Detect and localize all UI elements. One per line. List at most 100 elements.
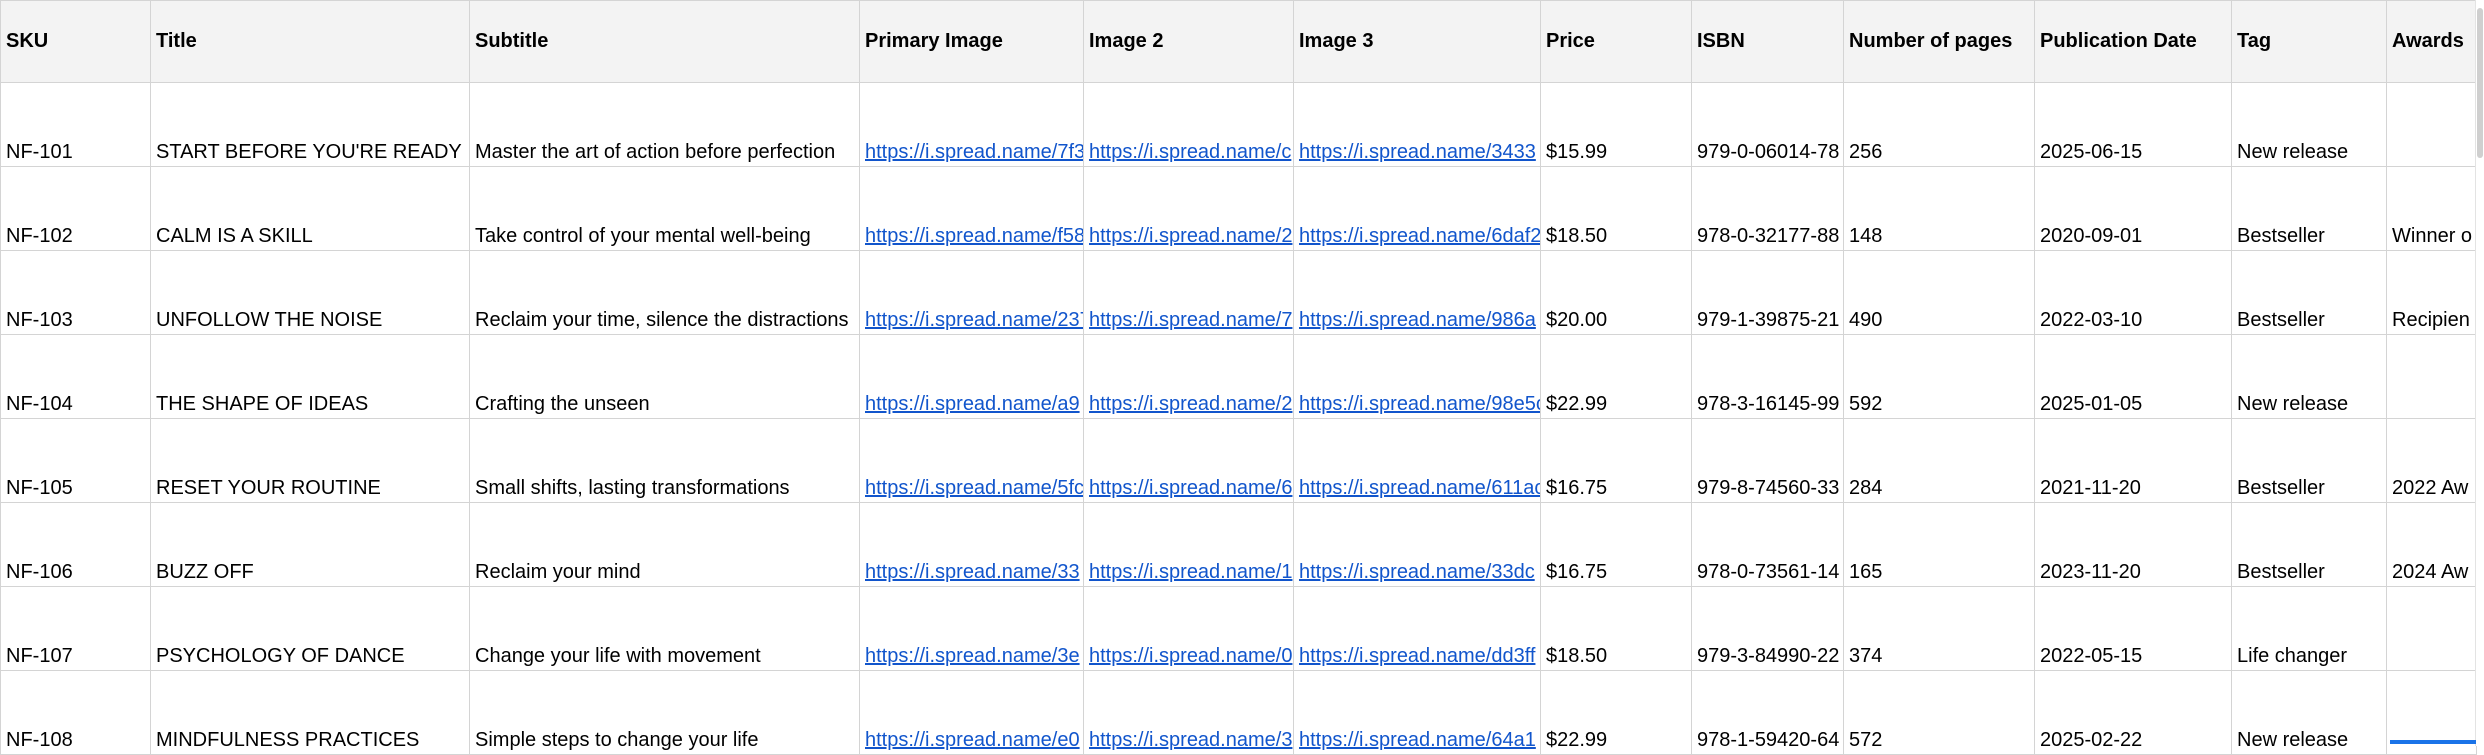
cell-price[interactable]: $22.99: [1540, 334, 1692, 419]
cell-image-2-link[interactable]: https://i.spread.name/3: [1089, 729, 1292, 751]
cell-primary-image[interactable]: https://i.spread.name/f58: [859, 166, 1084, 251]
col-header-awards[interactable]: Awards: [2386, 0, 2477, 83]
cell-pages[interactable]: 256: [1843, 82, 2035, 167]
cell-title[interactable]: THE SHAPE OF IDEAS: [150, 334, 470, 419]
cell-primary-image[interactable]: https://i.spread.name/33: [859, 502, 1084, 587]
cell-sku[interactable]: NF-101: [0, 82, 151, 167]
col-header-image-3[interactable]: Image 3: [1293, 0, 1541, 83]
cell-image-2[interactable]: https://i.spread.name/3: [1083, 670, 1294, 755]
cell-title[interactable]: PSYCHOLOGY OF DANCE: [150, 586, 470, 671]
cell-pages[interactable]: 165: [1843, 502, 2035, 587]
cell-primary-image-link[interactable]: https://i.spread.name/a9: [865, 393, 1080, 415]
col-header-image-2[interactable]: Image 2: [1083, 0, 1294, 83]
col-header-tag[interactable]: Tag: [2231, 0, 2387, 83]
cell-price[interactable]: $22.99: [1540, 670, 1692, 755]
cell-subtitle[interactable]: Take control of your mental well-being: [469, 166, 860, 251]
cell-image-2-link[interactable]: https://i.spread.name/2: [1089, 225, 1292, 247]
cell-primary-image[interactable]: https://i.spread.name/3e: [859, 586, 1084, 671]
cell-subtitle[interactable]: Crafting the unseen: [469, 334, 860, 419]
cell-sku[interactable]: NF-103: [0, 250, 151, 335]
cell-price[interactable]: $16.75: [1540, 418, 1692, 503]
cell-isbn[interactable]: 978-0-32177-88: [1691, 166, 1844, 251]
cell-sku[interactable]: NF-108: [0, 670, 151, 755]
cell-primary-image-link[interactable]: https://i.spread.name/33: [865, 561, 1080, 583]
cell-image-3[interactable]: https://i.spread.name/33dc: [1293, 502, 1541, 587]
cell-publication-date[interactable]: 2025-01-05: [2034, 334, 2232, 419]
cell-publication-date[interactable]: 2021-11-20: [2034, 418, 2232, 503]
cell-image-2[interactable]: https://i.spread.name/1: [1083, 502, 1294, 587]
cell-tag[interactable]: New release: [2231, 82, 2387, 167]
cell-image-2[interactable]: https://i.spread.name/c: [1083, 82, 1294, 167]
cell-awards[interactable]: 2022 Aw: [2386, 418, 2477, 503]
cell-pages[interactable]: 592: [1843, 334, 2035, 419]
cell-sku[interactable]: NF-107: [0, 586, 151, 671]
cell-image-2[interactable]: https://i.spread.name/7: [1083, 250, 1294, 335]
cell-publication-date[interactable]: 2025-06-15: [2034, 82, 2232, 167]
cell-primary-image[interactable]: https://i.spread.name/5fc: [859, 418, 1084, 503]
cell-sku[interactable]: NF-106: [0, 502, 151, 587]
cell-primary-image-link[interactable]: https://i.spread.name/237: [865, 309, 1083, 331]
cell-image-3-link[interactable]: https://i.spread.name/dd3ff: [1299, 645, 1535, 667]
col-header-subtitle[interactable]: Subtitle: [469, 0, 860, 83]
cell-image-3[interactable]: https://i.spread.name/98e5c: [1293, 334, 1541, 419]
cell-primary-image-link[interactable]: https://i.spread.name/f58: [865, 225, 1083, 247]
cell-publication-date[interactable]: 2025-02-22: [2034, 670, 2232, 755]
cell-tag[interactable]: Bestseller: [2231, 166, 2387, 251]
cell-awards[interactable]: 2024 Aw: [2386, 502, 2477, 587]
cell-image-2-link[interactable]: https://i.spread.name/6: [1089, 477, 1292, 499]
scrollbar-thumb[interactable]: [2477, 8, 2483, 158]
col-header-price[interactable]: Price: [1540, 0, 1692, 83]
cell-image-2[interactable]: https://i.spread.name/2: [1083, 334, 1294, 419]
cell-awards[interactable]: Recipien: [2386, 250, 2477, 335]
cell-primary-image[interactable]: https://i.spread.name/e0: [859, 670, 1084, 755]
cell-awards[interactable]: [2386, 82, 2477, 167]
cell-price[interactable]: $20.00: [1540, 250, 1692, 335]
cell-image-2-link[interactable]: https://i.spread.name/c: [1089, 141, 1291, 163]
cell-image-3-link[interactable]: https://i.spread.name/33dc: [1299, 561, 1535, 583]
cell-image-2[interactable]: https://i.spread.name/2: [1083, 166, 1294, 251]
cell-image-3[interactable]: https://i.spread.name/3433: [1293, 82, 1541, 167]
cell-price[interactable]: $18.50: [1540, 166, 1692, 251]
cell-tag[interactable]: Life changer: [2231, 586, 2387, 671]
cell-primary-image-link[interactable]: https://i.spread.name/5fc: [865, 477, 1083, 499]
cell-subtitle[interactable]: Simple steps to change your life: [469, 670, 860, 755]
cell-image-3[interactable]: https://i.spread.name/6daf2: [1293, 166, 1541, 251]
cell-publication-date[interactable]: 2022-03-10: [2034, 250, 2232, 335]
cell-image-3-link[interactable]: https://i.spread.name/986a: [1299, 309, 1536, 331]
cell-pages[interactable]: 374: [1843, 586, 2035, 671]
cell-subtitle[interactable]: Change your life with movement: [469, 586, 860, 671]
cell-tag[interactable]: New release: [2231, 334, 2387, 419]
cell-price[interactable]: $16.75: [1540, 502, 1692, 587]
cell-price[interactable]: $15.99: [1540, 82, 1692, 167]
col-header-isbn[interactable]: ISBN: [1691, 0, 1844, 83]
cell-image-3[interactable]: https://i.spread.name/986a: [1293, 250, 1541, 335]
cell-tag[interactable]: Bestseller: [2231, 502, 2387, 587]
cell-sku[interactable]: NF-105: [0, 418, 151, 503]
cell-image-3[interactable]: https://i.spread.name/dd3ff: [1293, 586, 1541, 671]
cell-image-2-link[interactable]: https://i.spread.name/0: [1089, 645, 1292, 667]
cell-price[interactable]: $18.50: [1540, 586, 1692, 671]
cell-tag[interactable]: Bestseller: [2231, 250, 2387, 335]
cell-isbn[interactable]: 979-3-84990-22: [1691, 586, 1844, 671]
cell-primary-image-link[interactable]: https://i.spread.name/e0: [865, 729, 1080, 751]
cell-image-3-link[interactable]: https://i.spread.name/6daf2: [1299, 225, 1540, 247]
cell-title[interactable]: RESET YOUR ROUTINE: [150, 418, 470, 503]
cell-image-2-link[interactable]: https://i.spread.name/1: [1089, 561, 1292, 583]
cell-awards[interactable]: Winner o: [2386, 166, 2477, 251]
cell-subtitle[interactable]: Master the art of action before perfecti…: [469, 82, 860, 167]
cell-awards[interactable]: [2386, 586, 2477, 671]
cell-image-2-link[interactable]: https://i.spread.name/2: [1089, 393, 1292, 415]
cell-pages[interactable]: 572: [1843, 670, 2035, 755]
cell-primary-image[interactable]: https://i.spread.name/7f3: [859, 82, 1084, 167]
cell-isbn[interactable]: 978-0-73561-14: [1691, 502, 1844, 587]
col-header-title[interactable]: Title: [150, 0, 470, 83]
cell-image-3[interactable]: https://i.spread.name/64a1: [1293, 670, 1541, 755]
cell-image-3-link[interactable]: https://i.spread.name/3433: [1299, 141, 1536, 163]
cell-isbn[interactable]: 979-0-06014-78: [1691, 82, 1844, 167]
cell-image-2-link[interactable]: https://i.spread.name/7: [1089, 309, 1292, 331]
vertical-scrollbar[interactable]: [2475, 0, 2484, 746]
cell-subtitle[interactable]: Reclaim your time, silence the distracti…: [469, 250, 860, 335]
cell-title[interactable]: START BEFORE YOU'RE READY: [150, 82, 470, 167]
cell-image-2[interactable]: https://i.spread.name/0: [1083, 586, 1294, 671]
cell-pages[interactable]: 148: [1843, 166, 2035, 251]
